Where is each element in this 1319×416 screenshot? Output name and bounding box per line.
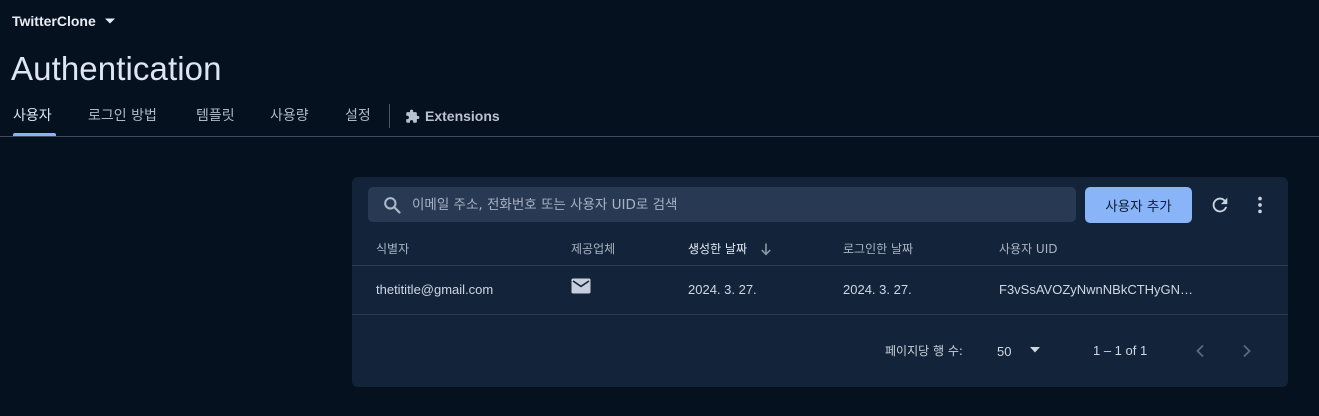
column-header-provider[interactable]: 제공업체 — [571, 240, 615, 258]
rows-per-page-label: 페이지당 행 수: — [885, 344, 963, 358]
refresh-icon — [1212, 197, 1228, 213]
project-name: TwitterClone — [12, 13, 96, 29]
table-row[interactable]: thetititle@gmail.com 2024. 3. 27. 2024. … — [352, 266, 1288, 314]
search-icon — [384, 197, 401, 214]
rows-per-page-select[interactable]: 50 — [997, 341, 1045, 361]
active-tab-indicator — [13, 133, 56, 136]
cell-user-uid: F3vSsAVOZyNwnNBkCTHyGN… — [999, 282, 1194, 297]
next-page-button[interactable] — [1235, 339, 1259, 363]
tab-settings[interactable]: 설정 — [345, 96, 371, 136]
rows-per-page-value: 50 — [997, 343, 1012, 359]
email-icon — [571, 278, 591, 294]
column-header-created[interactable]: 생성한 날짜 — [688, 240, 747, 258]
refresh-button[interactable] — [1206, 191, 1234, 219]
tab-extensions[interactable]: Extensions — [405, 96, 500, 136]
chevron-left-icon — [1196, 344, 1204, 358]
previous-page-button[interactable] — [1188, 339, 1212, 363]
chevron-right-icon — [1243, 344, 1251, 358]
puzzle-piece-icon — [406, 109, 420, 123]
cell-created-date: 2024. 3. 27. — [688, 282, 757, 297]
tab-templates[interactable]: 템플릿 — [196, 96, 235, 136]
more-vert-icon — [1258, 196, 1262, 214]
pagination-range: 1 – 1 of 1 — [1093, 343, 1148, 358]
column-header-user-uid[interactable]: 사용자 UID — [999, 240, 1058, 258]
add-user-button[interactable]: 사용자 추가 — [1085, 187, 1192, 223]
project-selector[interactable]: TwitterClone — [12, 13, 116, 29]
column-header-signed-in[interactable]: 로그인한 날짜 — [843, 240, 913, 258]
tab-bar: 사용자 로그인 방법 템플릿 사용량 설정 Extensions — [0, 96, 1319, 137]
page-title: Authentication — [11, 50, 222, 87]
tab-users[interactable]: 사용자 — [13, 96, 52, 136]
more-options-button[interactable] — [1246, 191, 1274, 219]
caret-down-icon — [104, 18, 115, 24]
row-divider — [352, 314, 1288, 315]
caret-down-icon — [1030, 347, 1040, 353]
tab-divider — [389, 104, 390, 128]
search-input[interactable] — [412, 187, 1062, 222]
cell-signed-in-date: 2024. 3. 27. — [843, 282, 912, 297]
sort-descending-icon[interactable] — [760, 242, 772, 256]
users-table-card: 사용자 추가 식별자 제공업체 생성한 날짜 로그인한 날짜 사용자 UID t… — [352, 177, 1288, 387]
extensions-label: Extensions — [425, 108, 500, 124]
cell-identifier: thetititle@gmail.com — [376, 282, 494, 297]
search-field[interactable] — [368, 187, 1076, 222]
column-header-identifier[interactable]: 식별자 — [376, 240, 409, 258]
tab-usage[interactable]: 사용량 — [270, 96, 309, 136]
tab-sign-in-method[interactable]: 로그인 방법 — [88, 96, 157, 136]
